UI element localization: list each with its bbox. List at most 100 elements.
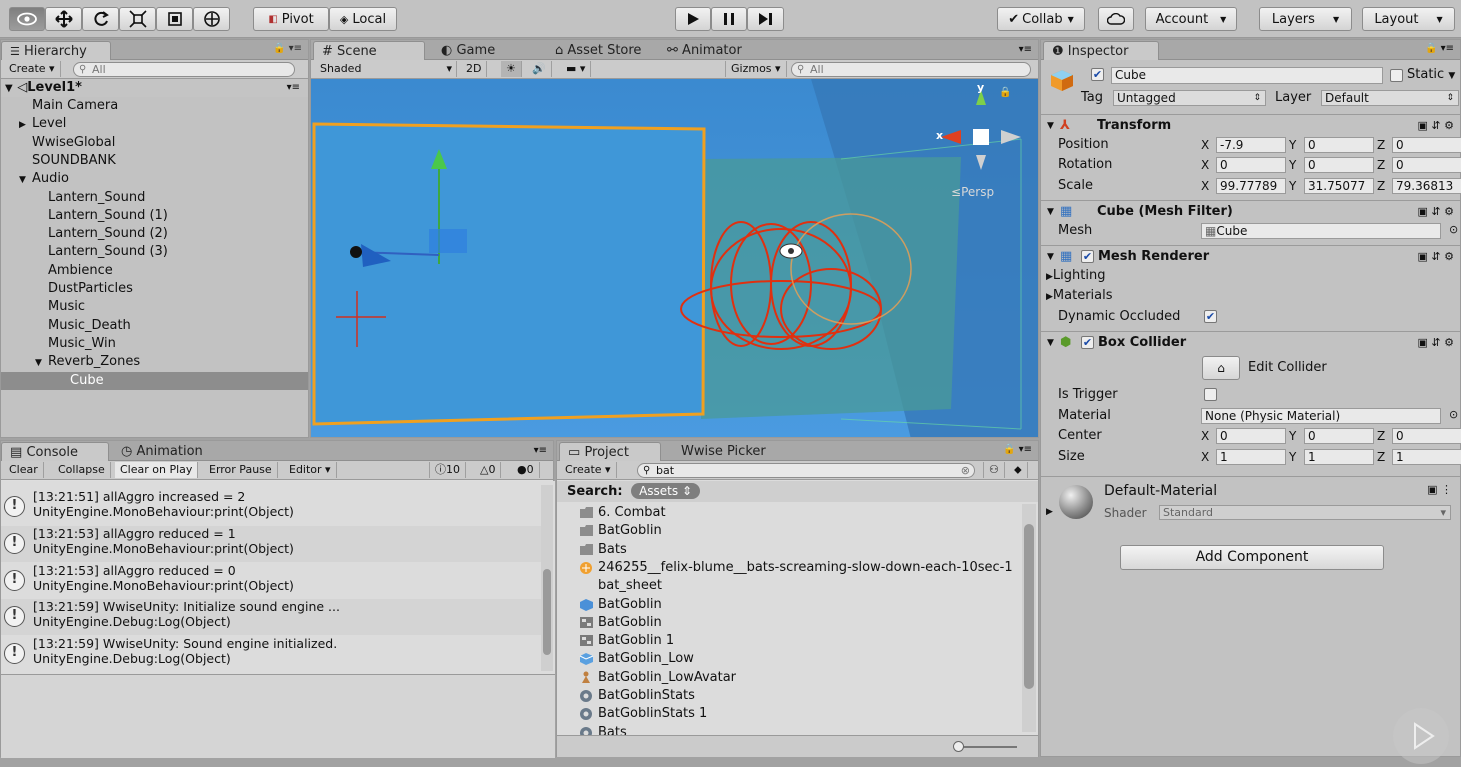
scroll-thumb[interactable] [1024, 524, 1034, 689]
console-log-entry[interactable]: ! [13:21:53] allAggro reduced = 1 UnityEng… [1, 525, 541, 562]
project-asset-item[interactable]: BatGoblinStats 1 [575, 705, 707, 723]
pivot-button[interactable]: ◧ Pivot [253, 7, 329, 31]
expand-arrow-icon[interactable]: ▼ [19, 171, 32, 189]
component-menu-icon[interactable]: ▣ ⇵ ⚙ [1418, 201, 1454, 223]
tab-hierarchy[interactable]: ☰ Hierarchy [1, 41, 111, 60]
warning-count-toggle[interactable]: △0 [475, 462, 502, 478]
local-button[interactable]: ◈ Local [329, 7, 397, 31]
project-asset-item[interactable]: BatGoblin_LowAvatar [575, 669, 736, 687]
account-dropdown[interactable]: Account ▼ [1145, 7, 1237, 31]
add-component-button[interactable]: Add Component [1120, 545, 1384, 570]
hierarchy-item[interactable]: Music_Win [1, 335, 308, 353]
layout-dropdown[interactable]: Layout ▼ [1362, 7, 1455, 31]
hierarchy-item[interactable]: Ambience [1, 262, 308, 280]
filter-type-icon[interactable]: ⚇ [983, 462, 1005, 478]
lock-menu-icon[interactable]: 🔒 ▾≡ [1003, 444, 1032, 455]
gizmos-dropdown[interactable]: Gizmos ▾ [725, 61, 787, 77]
material-menu-icon[interactable]: ▣ ⋮ [1427, 483, 1452, 496]
persp-label[interactable]: ≤Persp [951, 185, 994, 199]
project-asset-item[interactable]: BatGoblin 1 [575, 632, 674, 650]
project-asset-item[interactable]: BatGoblin [575, 596, 662, 614]
pause-button[interactable] [711, 7, 747, 31]
scene-root-row[interactable]: ▼ ◁Level1* ▾≡ [1, 79, 308, 97]
layers-dropdown[interactable]: Layers ▼ [1259, 7, 1352, 31]
component-menu-icon[interactable]: ▣ ⇵ ⚙ [1418, 332, 1454, 354]
step-button[interactable] [747, 7, 784, 31]
hierarchy-item[interactable]: Lantern_Sound (1) [1, 207, 308, 225]
hierarchy-item[interactable]: Music_Death [1, 317, 308, 335]
console-log-entry[interactable]: ! [13:21:53] allAggro reduced = 0 UnityEng… [1, 562, 541, 599]
create-dropdown[interactable]: Create ▾ [4, 61, 61, 77]
lock-menu-icon[interactable]: 🔒 ▾≡ [273, 43, 302, 54]
vector-component-input[interactable]: 0 [1392, 137, 1461, 153]
vector-component-input[interactable]: 0 [1304, 137, 1374, 153]
hierarchy-item[interactable]: Lantern_Sound [1, 189, 308, 207]
hierarchy-item[interactable]: Cube [1, 371, 308, 390]
project-asset-item[interactable]: BatGoblinStats [575, 687, 695, 705]
vector-component-input[interactable]: 1 [1304, 449, 1374, 465]
console-log-entry[interactable]: ! [13:21:59] WwiseUnity: Sound engine ini… [1, 636, 541, 673]
hierarchy-item[interactable]: DustParticles [1, 280, 308, 298]
project-asset-item[interactable]: 6. Combat [575, 504, 666, 522]
lighting-foldout[interactable]: ▶Lighting [1046, 266, 1105, 286]
vector-component-input[interactable]: 0 [1216, 157, 1286, 173]
lock-menu-icon[interactable]: 🔒 ▾≡ [1425, 43, 1454, 54]
materials-foldout[interactable]: ▶Materials [1046, 286, 1113, 306]
clear-search-icon[interactable]: ⊗ [961, 464, 970, 477]
tab-animator[interactable]: ⚯ Animator [659, 41, 750, 60]
tab-console[interactable]: ▤ Console [1, 442, 109, 461]
console-menu-icon[interactable]: ▾≡ [534, 445, 547, 456]
active-checkbox[interactable]: ✔ [1091, 68, 1104, 81]
clear-on-play-button[interactable]: Clear on Play [115, 462, 199, 478]
2d-toggle[interactable]: 2D [461, 61, 488, 77]
mesh-filter-header[interactable]: ▼ ▦ Cube (Mesh Filter) ▣ ⇵ ⚙ [1041, 200, 1460, 222]
object-name-input[interactable]: Cube [1111, 67, 1383, 84]
edit-collider-button[interactable]: ⌂ [1202, 356, 1240, 380]
vector-component-input[interactable]: 79.36813 [1392, 178, 1461, 194]
hierarchy-item[interactable]: Lantern_Sound (2) [1, 225, 308, 243]
effects-dropdown-icon[interactable]: ▬ ▾ [561, 61, 592, 77]
hierarchy-item[interactable]: WwiseGlobal [1, 134, 308, 152]
icon-size-slider[interactable] [955, 746, 1017, 748]
hierarchy-item[interactable]: Main Camera [1, 97, 308, 115]
shading-dropdown[interactable]: Shaded ▾ [315, 61, 457, 77]
transform-tool-icon[interactable] [193, 7, 230, 31]
filter-label-icon[interactable]: ⬥ [1009, 462, 1028, 478]
hierarchy-item[interactable]: ▶ Level [1, 115, 308, 133]
expand-arrow-icon[interactable]: ▶ [19, 116, 32, 134]
create-dropdown[interactable]: Create ▾ [560, 462, 617, 478]
component-menu-icon[interactable]: ▣ ⇵ ⚙ [1418, 115, 1454, 137]
scene-menu-icon[interactable]: ▾≡ [1019, 44, 1032, 55]
tag-dropdown[interactable]: Untagged ⇕ [1113, 90, 1266, 106]
tab-animation[interactable]: ◷ Animation [113, 442, 211, 461]
assets-scope-chip[interactable]: Assets ⇕ [631, 483, 700, 499]
vector-component-input[interactable]: 0 [1304, 157, 1374, 173]
vector-component-input[interactable]: 31.75077 [1304, 178, 1374, 194]
collider-material-field[interactable]: None (Physic Material) [1201, 408, 1441, 424]
hierarchy-item[interactable]: Lantern_Sound (3) [1, 243, 308, 261]
vector-component-input[interactable]: 1 [1392, 449, 1461, 465]
lighting-toggle-icon[interactable]: ☀ [501, 61, 522, 77]
hierarchy-search-input[interactable]: ⚲ All [73, 62, 295, 77]
vector-component-input[interactable]: 0 [1392, 428, 1461, 444]
static-checkbox[interactable] [1390, 69, 1403, 82]
tab-wwise-picker[interactable]: Wwise Picker [673, 442, 774, 461]
expand-arrow-icon[interactable]: ▼ [35, 354, 48, 372]
scale-tool-icon[interactable] [119, 7, 156, 31]
error-pause-button[interactable]: Error Pause [204, 462, 278, 478]
view-tool-icon[interactable] [9, 7, 45, 31]
is-trigger-checkbox[interactable] [1204, 388, 1217, 401]
play-button[interactable] [675, 7, 711, 31]
vector-component-input[interactable]: -7.9 [1216, 137, 1286, 153]
mesh-renderer-checkbox[interactable]: ✔ [1081, 250, 1094, 263]
hierarchy-item[interactable]: ▼ Reverb_Zones [1, 353, 308, 371]
hierarchy-item[interactable]: SOUNDBANK [1, 152, 308, 170]
move-tool-icon[interactable] [45, 7, 82, 31]
editor-dropdown[interactable]: Editor ▾ [284, 462, 337, 478]
vector-component-input[interactable]: 0 [1216, 428, 1286, 444]
transform-header[interactable]: ▼ ⅄ Transform ▣ ⇵ ⚙ [1041, 114, 1460, 136]
project-asset-item[interactable]: BatGoblin [575, 614, 662, 632]
hierarchy-item[interactable]: ▼ Audio [1, 170, 308, 188]
vector-component-input[interactable]: 1 [1216, 449, 1286, 465]
hierarchy-item[interactable]: Music [1, 298, 308, 316]
